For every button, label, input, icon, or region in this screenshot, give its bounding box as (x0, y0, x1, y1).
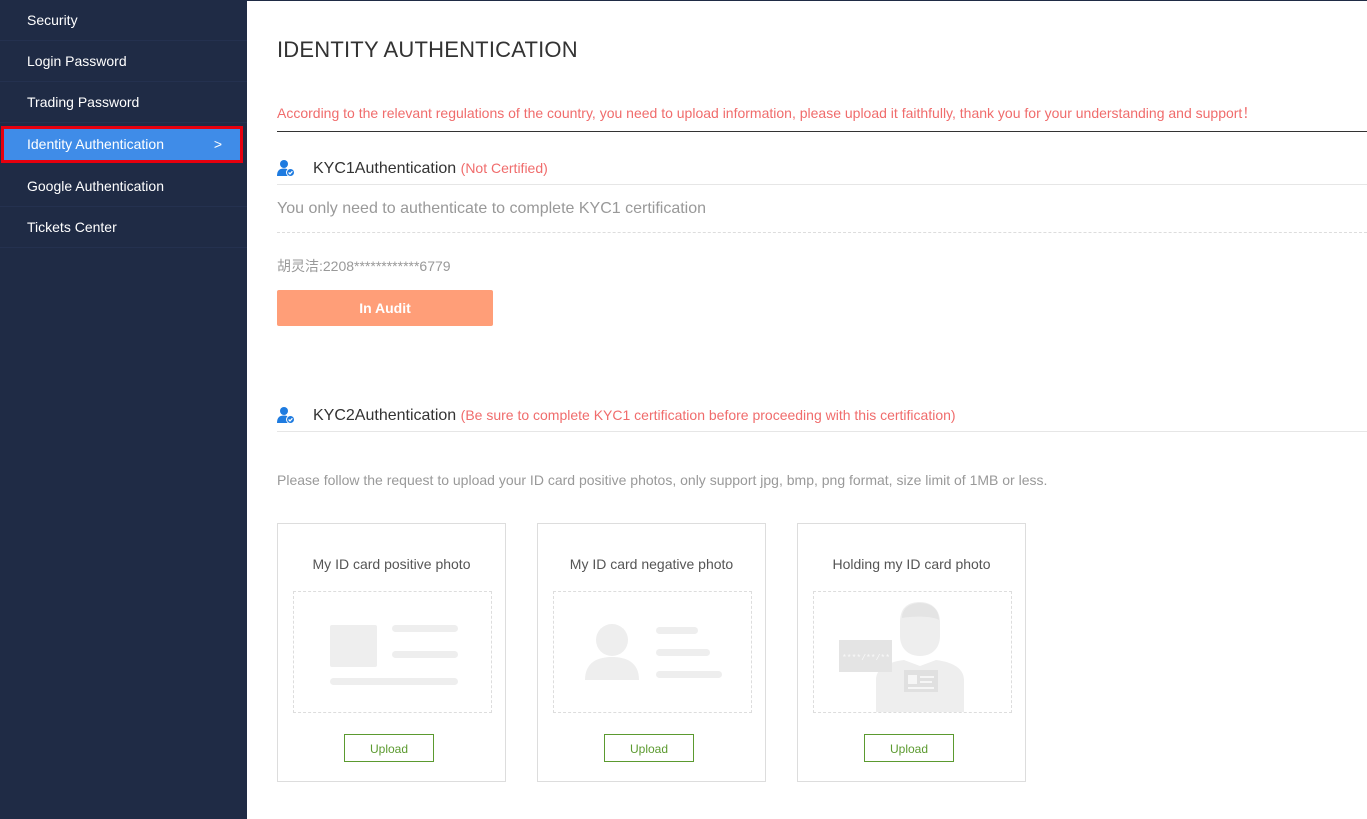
sidebar-item-label: Trading Password (27, 94, 140, 110)
regulation-notice: According to the relevant regulations of… (277, 105, 1257, 121)
user-verified-icon (277, 160, 295, 177)
kyc1-title: KYC1Authentication (Not Certified) (313, 160, 548, 177)
kyc2-title: KYC2Authentication (Be sure to complete … (313, 407, 956, 424)
sidebar-item-google-authentication[interactable]: Google Authentication (0, 166, 247, 207)
sidebar-item-label: Identity Authentication (27, 136, 164, 152)
card-title: Holding my ID card photo (832, 556, 991, 572)
card-title: My ID card negative photo (569, 556, 734, 572)
sidebar-item-identity-authentication[interactable]: Identity Authentication > (1, 126, 243, 163)
id-back-card: My ID card negative photo Upload (537, 523, 766, 782)
card-number-text: ****/**/** (842, 654, 890, 663)
id-front-card: My ID card positive photo Upload (277, 523, 506, 782)
sidebar-item-label: Tickets Center (27, 219, 117, 235)
sidebar-item-security[interactable]: Security (0, 0, 247, 41)
kyc1-status: (Not Certified) (460, 160, 548, 176)
chevron-right-icon: > (213, 136, 222, 152)
divider (277, 131, 1367, 132)
id-card-front-placeholder-image[interactable] (293, 591, 492, 713)
sidebar-item-trading-password[interactable]: Trading Password (0, 82, 247, 123)
kyc2-header: KYC2Authentication (Be sure to complete … (277, 401, 1367, 432)
main-content: IDENTITY AUTHENTICATION According to the… (247, 0, 1367, 819)
upload-button[interactable]: Upload (864, 734, 954, 762)
page-title: IDENTITY AUTHENTICATION (277, 37, 578, 62)
sidebar-item-label: Security (27, 12, 78, 28)
holding-id-placeholder-image[interactable]: ****/**/** (813, 591, 1012, 713)
kyc1-id-info: 胡灵洁:2208************6779 (277, 258, 451, 274)
in-audit-button[interactable]: In Audit (277, 290, 493, 326)
user-verified-icon (277, 407, 295, 424)
upload-button[interactable]: Upload (604, 734, 694, 762)
kyc1-header: KYC1Authentication (Not Certified) (277, 154, 1367, 185)
upload-button[interactable]: Upload (344, 734, 434, 762)
card-title: My ID card positive photo (312, 556, 471, 572)
id-card-back-placeholder-image[interactable] (553, 591, 752, 713)
kyc1-description: You only need to authenticate to complet… (277, 200, 1367, 233)
sidebar-item-tickets-center[interactable]: Tickets Center (0, 207, 247, 248)
sidebar: Security Login Password Trading Password… (0, 0, 247, 819)
kyc2-status: (Be sure to complete KYC1 certification … (460, 407, 956, 423)
sidebar-item-label: Login Password (27, 53, 127, 69)
sidebar-item-login-password[interactable]: Login Password (0, 41, 247, 82)
kyc2-description: Please follow the request to upload your… (277, 472, 1048, 488)
holding-id-card: Holding my ID card photo ****/**/** Uplo… (797, 523, 1026, 782)
sidebar-item-label: Google Authentication (27, 178, 164, 194)
